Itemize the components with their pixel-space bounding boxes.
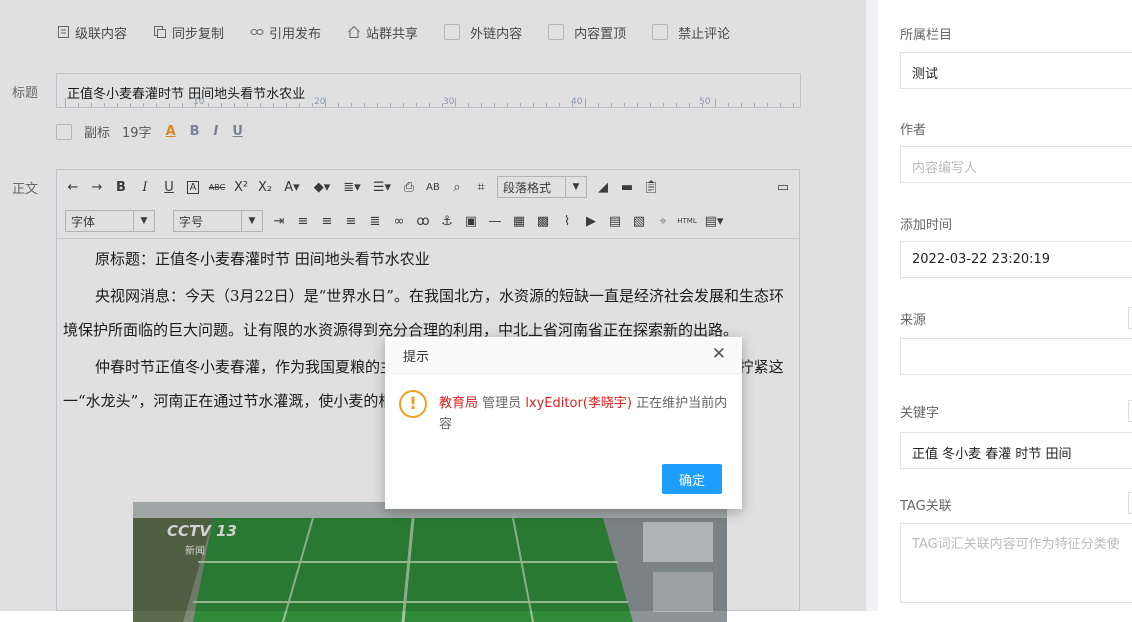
- dialog-header: 提示 ✕: [385, 337, 742, 374]
- category-value: 测试: [912, 67, 939, 82]
- author-input[interactable]: 内容编写人: [900, 146, 1132, 183]
- warning-icon: !: [399, 390, 427, 418]
- tag-placeholder: TAG词汇关联内容可作为特征分类使: [912, 537, 1120, 552]
- keywords-value: 正值 冬小麦 春灌 时节 田间: [912, 447, 1072, 462]
- modal-overlay: [0, 0, 866, 611]
- alert-dialog: 提示 ✕ ! 教育局 管理员 lxyEditor(李晓宇) 正在维护当前内容 确…: [385, 337, 742, 509]
- confirm-button[interactable]: 确定: [662, 464, 722, 494]
- tag-label: TAG关联: [900, 499, 952, 514]
- dialog-title: 提示: [403, 350, 430, 365]
- tag-textarea[interactable]: TAG词汇关联内容可作为特征分类使: [900, 523, 1132, 603]
- properties-panel: 所属栏目 测试 作者 内容编写人 添加时间 2022-03-22 23:20:1…: [878, 0, 1132, 611]
- keywords-input[interactable]: 正值 冬小麦 春灌 时节 田间: [900, 432, 1132, 469]
- editor-user: lxyEditor(李晓宇): [525, 396, 632, 411]
- keywords-extract-button[interactable]: [1128, 400, 1132, 422]
- source-input[interactable]: [900, 338, 1132, 375]
- dialog-message: 教育局 管理员 lxyEditor(李晓宇) 正在维护当前内容: [439, 393, 731, 435]
- close-icon[interactable]: ✕: [712, 344, 726, 364]
- tag-select-button[interactable]: [1128, 492, 1132, 514]
- editor-panel: 级联内容 同步复制 引用发布 站群共享 外链内容 内容置顶 禁止评论 标题 正值…: [0, 0, 866, 622]
- panel-divider: [866, 0, 878, 611]
- time-label: 添加时间: [900, 218, 953, 233]
- role-name: 管理员: [482, 396, 522, 411]
- time-value: 2022-03-22 23:20:19: [912, 252, 1051, 267]
- author-label: 作者: [900, 123, 927, 138]
- author-placeholder: 内容编写人: [912, 161, 978, 176]
- keywords-label: 关键字: [900, 406, 940, 421]
- source-label: 来源: [900, 313, 927, 328]
- source-picker-button[interactable]: [1128, 307, 1132, 329]
- category-select[interactable]: 测试: [900, 52, 1132, 89]
- time-input[interactable]: 2022-03-22 23:20:19: [900, 241, 1132, 278]
- category-label: 所属栏目: [900, 28, 953, 43]
- org-name: 教育局: [439, 396, 479, 411]
